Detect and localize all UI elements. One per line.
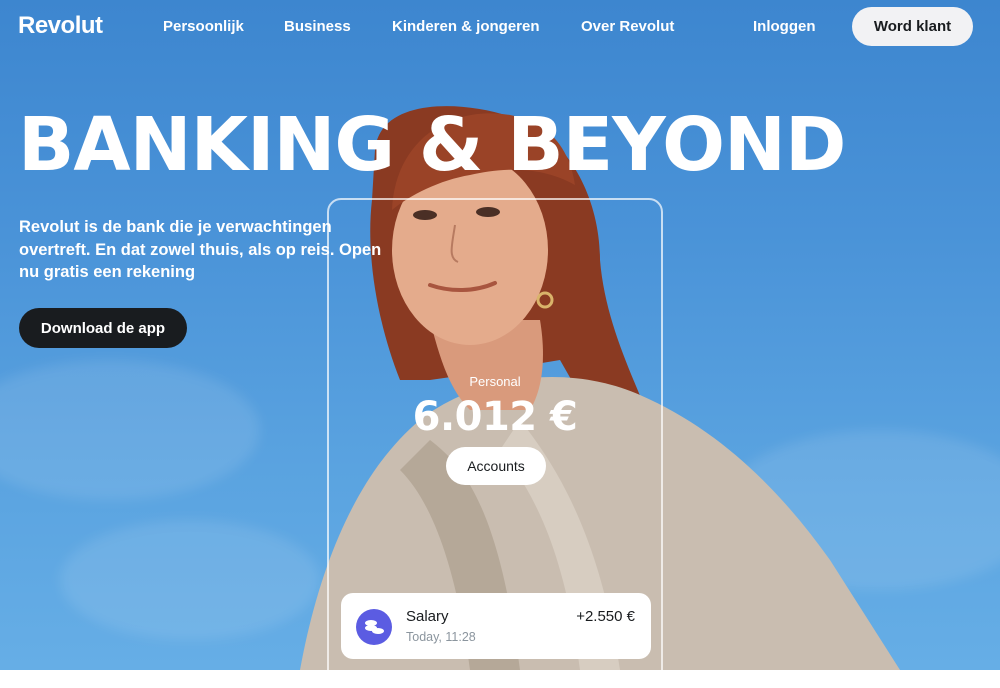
nav-link-kinderen-jongeren[interactable]: Kinderen & jongeren: [392, 18, 540, 35]
transaction-time: Today, 11:28: [406, 630, 476, 644]
download-app-button[interactable]: Download de app: [19, 308, 187, 348]
login-link[interactable]: Inloggen: [753, 18, 816, 35]
hero-title: BANKING & BEYOND: [18, 102, 846, 188]
signup-button[interactable]: Word klant: [852, 7, 973, 46]
account-label: Personal: [469, 374, 521, 389]
transaction-amount: +2.550 €: [576, 608, 635, 625]
account-balance: 6.012 €: [412, 394, 578, 440]
nav-link-persoonlijk[interactable]: Persoonlijk: [163, 18, 244, 35]
hero-subtitle: Revolut is de bank die je verwachtingen …: [19, 218, 382, 281]
transaction-card: Salary Today, 11:28 +2.550 €: [341, 593, 651, 659]
top-navigation: Revolut Persoonlijk Business Kinderen & …: [0, 0, 1000, 54]
coins-icon: [356, 609, 392, 645]
accounts-button[interactable]: Accounts: [446, 447, 546, 485]
transaction-name: Salary: [406, 608, 449, 625]
nav-link-over-revolut[interactable]: Over Revolut: [581, 18, 674, 35]
nav-link-business[interactable]: Business: [284, 18, 351, 35]
revolut-logo[interactable]: Revolut: [18, 12, 103, 40]
